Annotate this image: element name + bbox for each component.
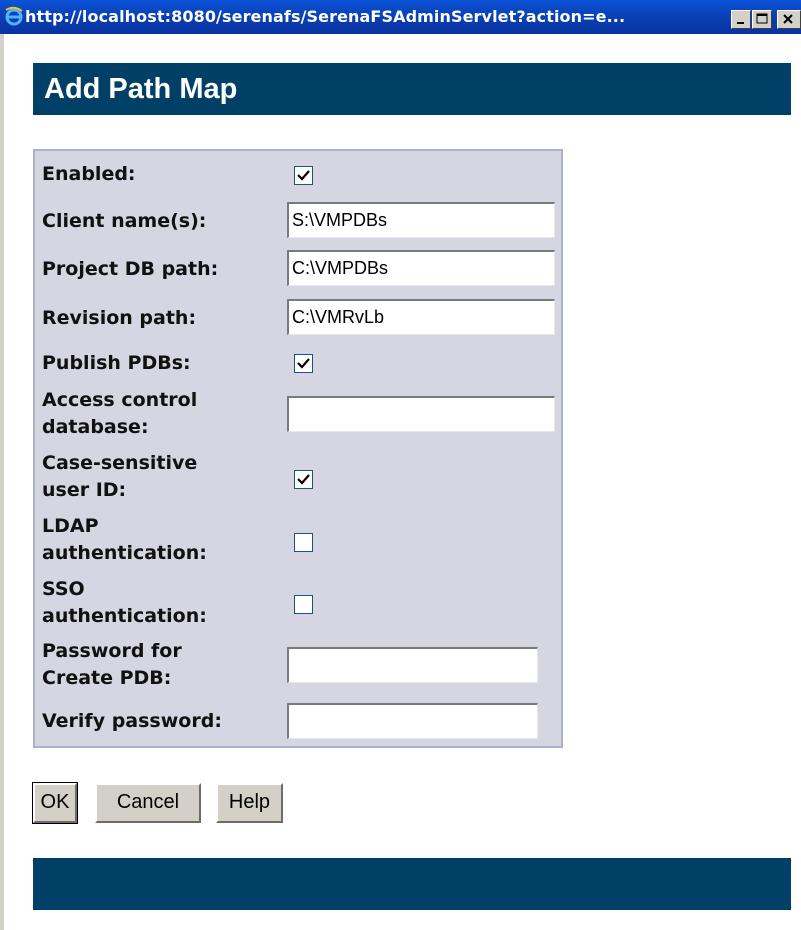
- case-sensitive-checkbox[interactable]: [294, 470, 313, 489]
- internet-explorer-icon: [4, 6, 24, 26]
- access-control-db-label: Access control database:: [42, 387, 197, 441]
- verify-password-label: Verify password:: [42, 710, 222, 732]
- sso-auth-checkbox[interactable]: [294, 595, 313, 614]
- checkmark-icon: [297, 170, 310, 181]
- access-control-db-label-line1: Access control: [42, 389, 198, 411]
- project-db-path-input[interactable]: C:\VMPDBs: [287, 250, 555, 286]
- window-title: http://localhost:8080/serenafs/SerenaFSA…: [25, 7, 626, 26]
- footer-bar: [33, 858, 791, 910]
- password-create-pdb-label-line2: Create PDB:: [42, 667, 172, 689]
- publish-pdbs-checkbox[interactable]: [294, 354, 313, 373]
- enabled-checkbox[interactable]: [294, 166, 313, 185]
- sso-auth-label-line1: SSO: [42, 578, 85, 600]
- window-frame: [0, 34, 4, 930]
- password-create-pdb-label-line1: Password for: [42, 640, 182, 662]
- sso-auth-label-line2: authentication:: [42, 605, 207, 627]
- help-button[interactable]: Help: [216, 783, 283, 823]
- case-sensitive-label: Case-sensitive user ID:: [42, 450, 197, 504]
- ldap-auth-label-line2: authentication:: [42, 542, 207, 564]
- ldap-auth-checkbox[interactable]: [294, 533, 313, 552]
- page-title: Add Path Map: [44, 73, 238, 105]
- close-icon: [783, 14, 793, 24]
- sso-auth-label: SSO authentication:: [42, 576, 207, 630]
- client-names-input[interactable]: S:\VMPDBs: [287, 202, 555, 238]
- minimize-icon: [737, 22, 744, 24]
- publish-pdbs-label: Publish PDBs:: [42, 352, 191, 374]
- case-sensitive-label-line2: user ID:: [42, 479, 127, 501]
- checkmark-icon: [297, 358, 310, 369]
- verify-password-input[interactable]: [287, 703, 538, 739]
- path-map-form: Enabled: Client name(s): S:\VMPDBs Proje…: [33, 149, 563, 748]
- maximize-icon: [756, 13, 768, 24]
- ldap-auth-label: LDAP authentication:: [42, 513, 207, 567]
- checkmark-icon: [297, 474, 310, 485]
- access-control-db-input[interactable]: [287, 396, 555, 432]
- revision-path-input[interactable]: C:\VMRvLb: [287, 299, 555, 335]
- password-create-pdb-input[interactable]: [287, 647, 538, 683]
- ldap-auth-label-line1: LDAP: [42, 515, 99, 537]
- project-db-path-label: Project DB path:: [42, 258, 219, 280]
- window-titlebar[interactable]: http://localhost:8080/serenafs/SerenaFSA…: [0, 0, 801, 34]
- close-button[interactable]: [777, 10, 801, 29]
- client-names-label: Client name(s):: [42, 210, 207, 232]
- access-control-db-label-line2: database:: [42, 416, 149, 438]
- minimize-button[interactable]: [731, 10, 751, 29]
- case-sensitive-label-line1: Case-sensitive: [42, 452, 198, 474]
- ok-button[interactable]: OK: [32, 782, 78, 824]
- header-bar: Add Path Map: [33, 63, 791, 115]
- cancel-button[interactable]: Cancel: [95, 783, 201, 823]
- password-create-pdb-label: Password for Create PDB:: [42, 638, 182, 692]
- revision-path-label: Revision path:: [42, 307, 197, 329]
- enabled-label: Enabled:: [42, 163, 136, 185]
- maximize-button[interactable]: [752, 10, 772, 29]
